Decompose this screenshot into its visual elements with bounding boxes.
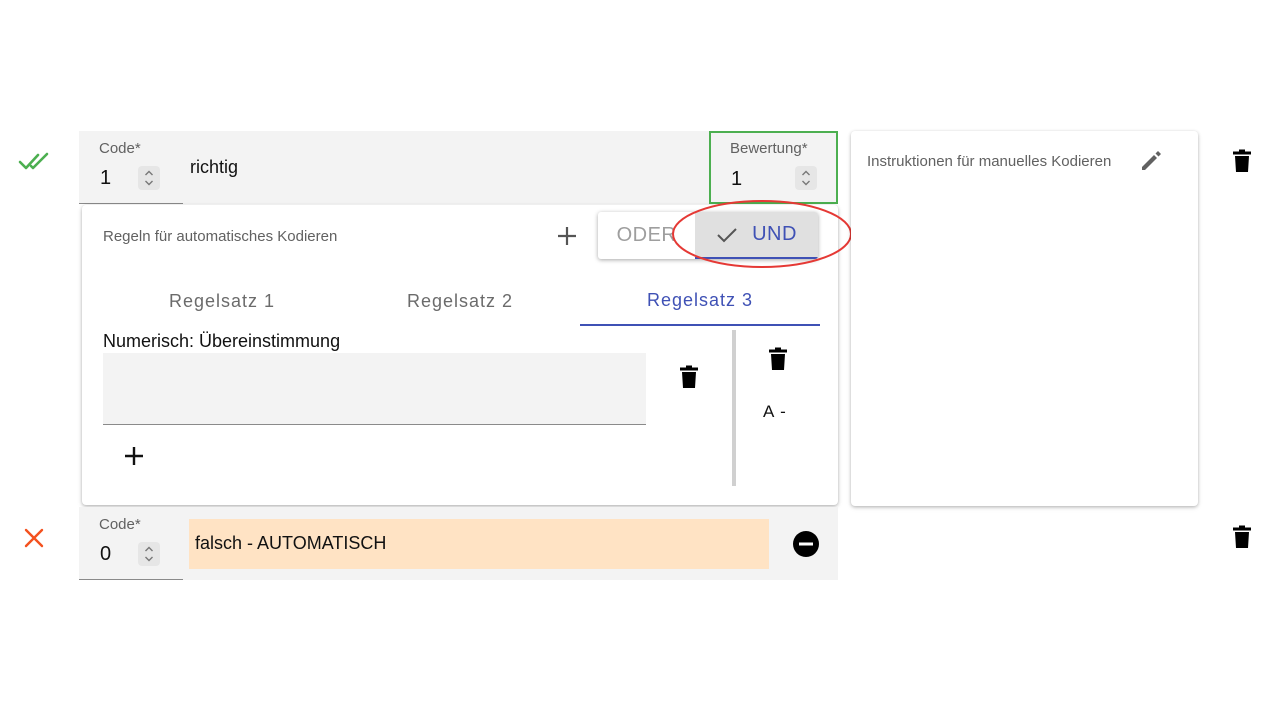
rule-label: Numerisch: Übereinstimmung: [103, 331, 341, 351]
tab-label: Regelsatz 2: [406, 290, 514, 311]
add-rule-button[interactable]: [553, 222, 581, 250]
toggle-oder-label: ODER: [616, 224, 677, 246]
delete-rule-button[interactable]: [674, 362, 704, 392]
add-condition-button[interactable]: [120, 442, 148, 470]
double-check-icon: [18, 150, 50, 172]
tab-label: Regelsatz 3: [646, 289, 754, 310]
rules-panel-title: Regeln für automatisches Kodieren: [103, 228, 338, 245]
code-field-value: 0: [100, 543, 112, 565]
code-field-1[interactable]: Code* 1: [79, 131, 183, 204]
rule-value-input[interactable]: [103, 353, 646, 425]
code-description: falsch - AUTOMATISCH: [195, 533, 387, 553]
trash-icon: [1233, 525, 1251, 548]
score-field[interactable]: Bewertung* 1: [709, 131, 838, 204]
code-field-label: Code*: [99, 516, 141, 533]
delete-code-1-button[interactable]: [1227, 146, 1257, 176]
chevron-up-down-icon: [802, 170, 810, 186]
chevron-up-down-icon: [145, 170, 153, 186]
minus-circle-icon: [793, 531, 819, 557]
delete-code-2-button[interactable]: [1227, 522, 1257, 552]
tab-regelsatz-2[interactable]: Regelsatz 2: [340, 276, 580, 326]
ruleset-side-text: A -: [763, 402, 787, 421]
score-stepper[interactable]: [795, 166, 817, 190]
code-stepper[interactable]: [138, 542, 160, 566]
tab-regelsatz-1[interactable]: Regelsatz 1: [102, 276, 342, 326]
ruleset-separator: [732, 330, 736, 486]
trash-icon: [680, 365, 698, 388]
close-icon: [24, 528, 44, 548]
pencil-icon: [1142, 151, 1161, 170]
chevron-up-down-icon: [145, 546, 153, 562]
trash-icon: [1233, 149, 1251, 172]
tab-label: Regelsatz 1: [168, 290, 276, 311]
code-field-label: Code*: [99, 140, 141, 157]
plus-icon: [558, 227, 576, 245]
edit-instructions-button[interactable]: [1136, 146, 1166, 176]
code-field-value: 1: [100, 167, 112, 189]
annotation-ellipse: [670, 198, 854, 270]
delete-ruleset-button[interactable]: [763, 344, 793, 374]
score-field-value: 1: [731, 168, 743, 190]
code-description: richtig: [190, 157, 239, 177]
remove-code-button[interactable]: [792, 530, 820, 558]
trash-icon: [769, 347, 787, 370]
code-stepper[interactable]: [138, 166, 160, 190]
code-description-box: falsch - AUTOMATISCH: [189, 519, 769, 569]
instructions-card: [851, 131, 1198, 506]
tab-regelsatz-3[interactable]: Regelsatz 3: [580, 276, 820, 326]
score-field-label: Bewertung*: [730, 140, 808, 157]
instructions-label: Instruktionen für manuelles Kodieren: [867, 153, 1112, 170]
code-field-2[interactable]: Code* 0: [79, 507, 183, 580]
plus-icon: [125, 447, 143, 465]
